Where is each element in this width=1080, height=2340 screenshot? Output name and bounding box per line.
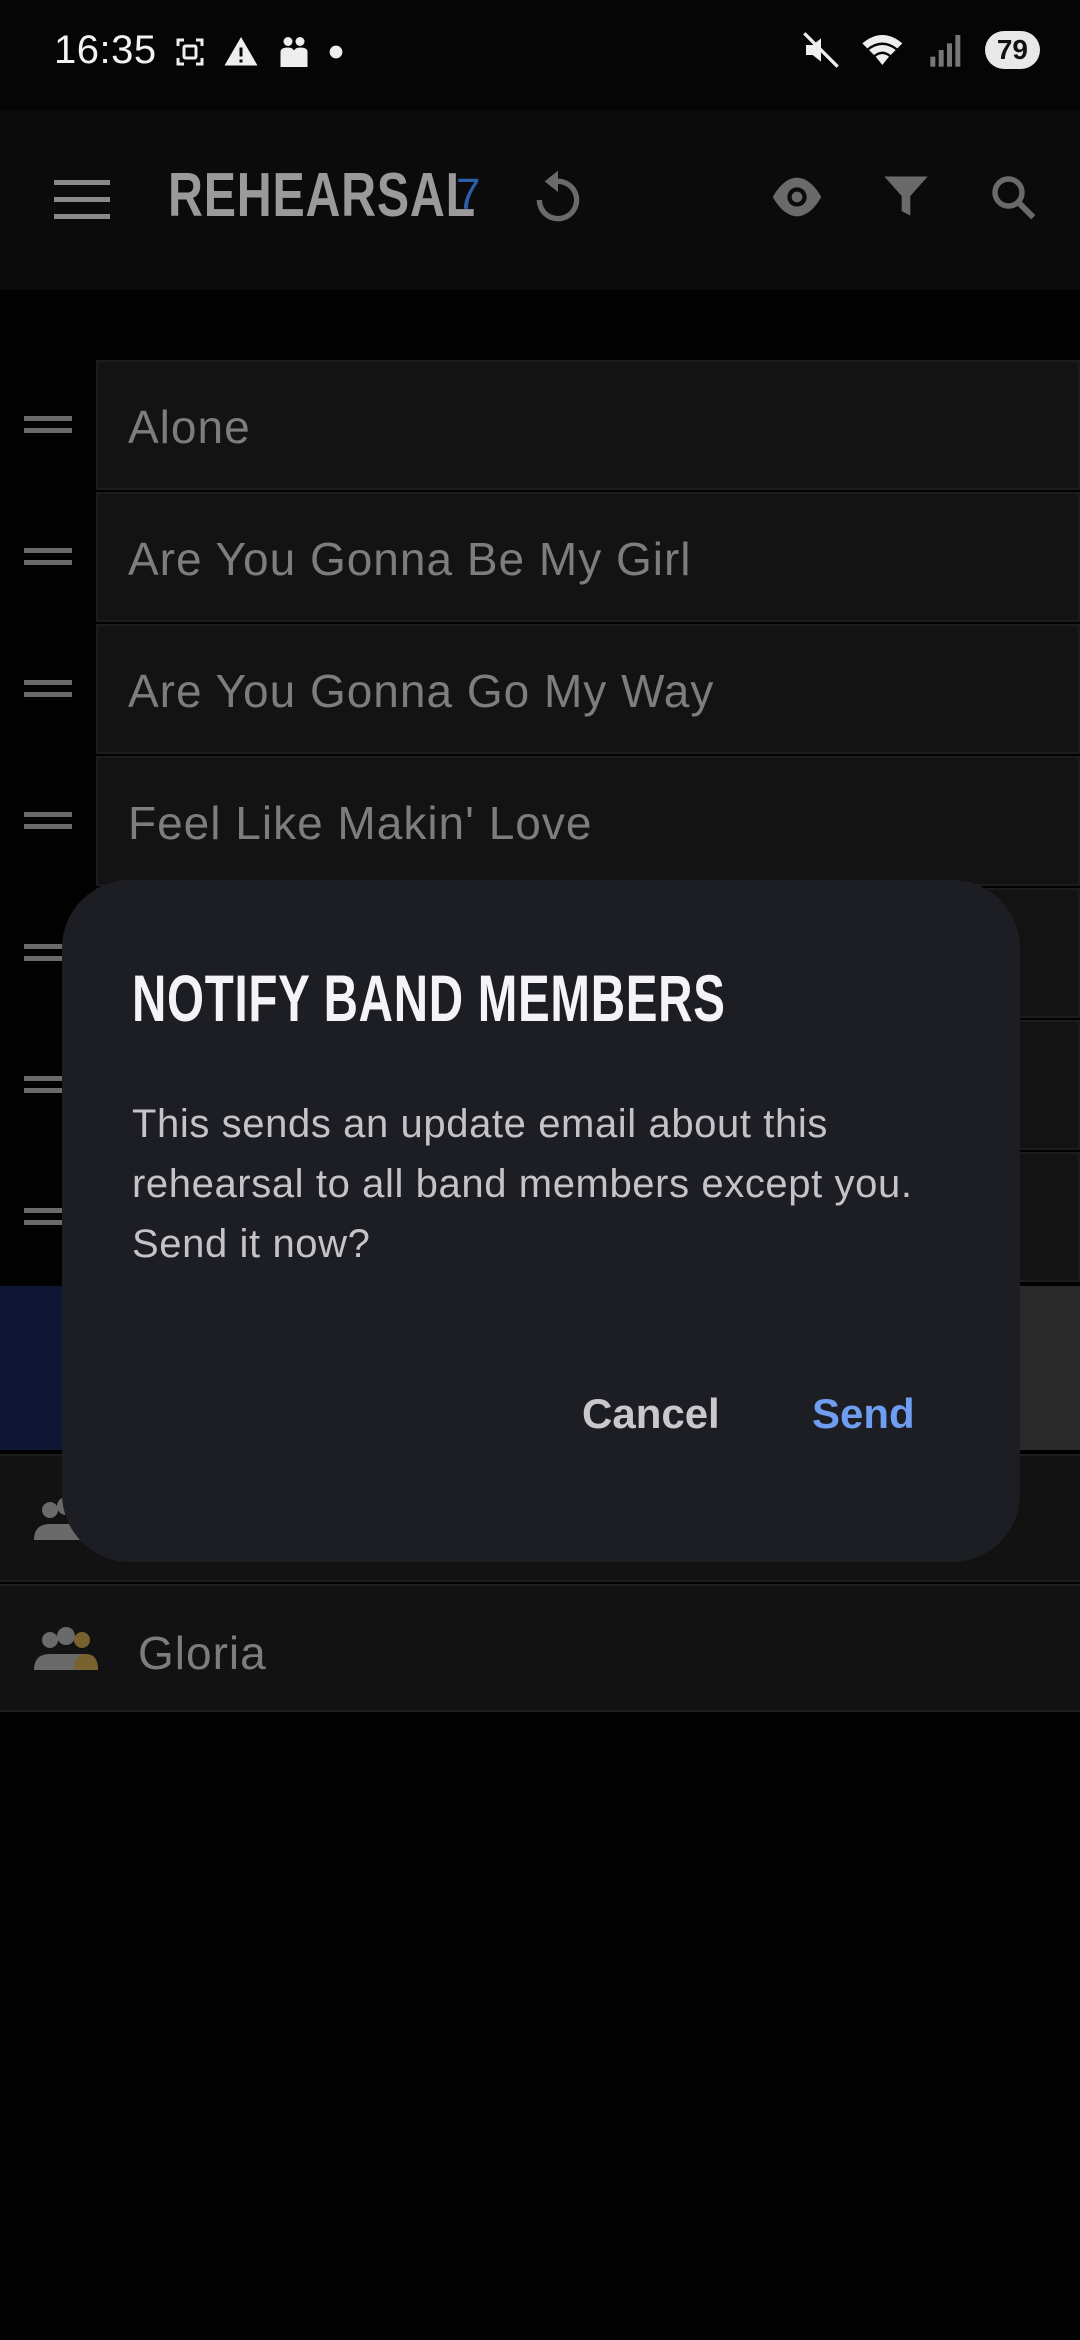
cancel-button[interactable]: Cancel — [582, 1390, 720, 1438]
drag-handle-icon[interactable] — [24, 810, 72, 834]
search-icon[interactable] — [986, 170, 1040, 224]
people-icon — [280, 37, 308, 67]
song-row[interactable]: Alone — [0, 360, 1080, 492]
app-bar: REHEARSAL 7 — [0, 110, 1080, 290]
song-title: Alone — [128, 401, 251, 453]
selected-row-edge — [1020, 1286, 1080, 1450]
signal-icon — [930, 35, 961, 67]
wifi-icon — [862, 35, 903, 65]
song-title: Are You Gonna Go My Way — [128, 665, 715, 717]
status-icons-left — [172, 34, 344, 70]
song-cell[interactable]: Are You Gonna Go My Way — [96, 624, 1080, 754]
page-title: REHEARSAL — [168, 161, 476, 230]
song-row[interactable]: Feel Like Makin' Love — [0, 756, 1080, 888]
dialog-title: NOTIFY BAND MEMBERS — [132, 961, 726, 1035]
alert-icon — [224, 37, 258, 66]
status-time: 16:35 — [54, 28, 157, 72]
song-title: Are You Gonna Be My Girl — [128, 533, 692, 585]
drag-handle-icon[interactable] — [24, 414, 72, 438]
song-row[interactable]: Are You Gonna Be My Girl — [0, 492, 1080, 624]
song-cell[interactable]: Are You Gonna Be My Girl — [96, 492, 1080, 622]
song-cell[interactable]: Alone — [96, 360, 1080, 490]
battery-indicator: 79 — [984, 31, 1040, 69]
status-bar: 16:35 79 — [0, 0, 1080, 110]
menu-icon[interactable] — [54, 180, 110, 220]
refresh-icon[interactable] — [526, 168, 590, 232]
status-icons-right: 79 — [801, 30, 1040, 70]
dot-icon — [329, 45, 343, 59]
filter-icon[interactable] — [880, 170, 932, 222]
song-row[interactable]: Are You Gonna Go My Way — [0, 624, 1080, 756]
song-cell[interactable]: Feel Like Makin' Love — [96, 756, 1080, 886]
song-title: Feel Like Makin' Love — [128, 797, 593, 849]
eye-icon[interactable] — [768, 172, 826, 222]
group-icon — [34, 1627, 98, 1670]
dialog-message: This sends an update email about this re… — [132, 1102, 913, 1266]
drag-handle-icon[interactable] — [24, 546, 72, 570]
mute-icon — [802, 32, 839, 68]
member-name: Gloria — [138, 1627, 267, 1679]
notify-dialog: NOTIFY BAND MEMBERS This sends an update… — [62, 880, 1020, 1562]
screenshot-icon — [176, 38, 204, 66]
member-row[interactable]: Gloria — [0, 1584, 1080, 1712]
song-count-badge: 7 — [456, 170, 481, 219]
send-button[interactable]: Send — [812, 1390, 915, 1438]
drag-handle-icon[interactable] — [24, 678, 72, 702]
